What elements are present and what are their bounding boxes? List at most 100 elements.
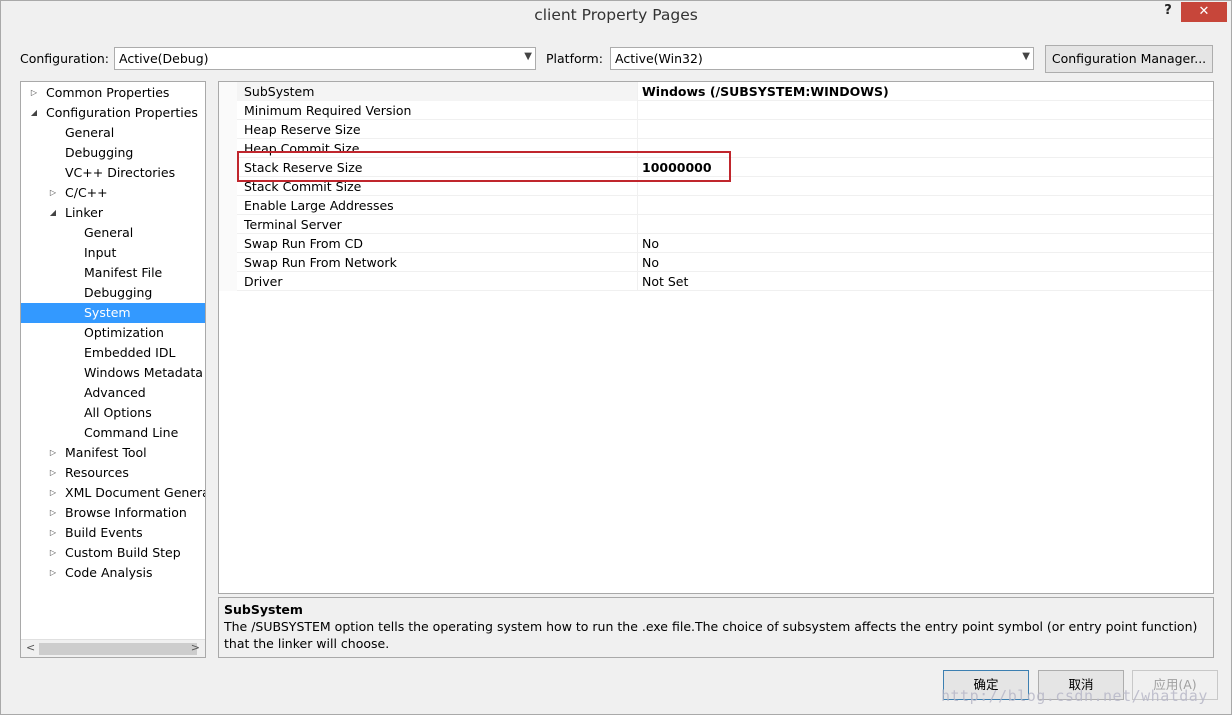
tree-item[interactable]: All Options [21, 403, 205, 423]
row-gutter [219, 253, 237, 272]
tree-item-label: Windows Metadata [84, 365, 203, 380]
collapsed-arrow-icon[interactable]: ▷ [48, 183, 58, 203]
row-gutter [219, 139, 237, 158]
property-row[interactable]: Heap Reserve Size [219, 120, 1213, 139]
tree-item[interactable]: ▷ Build Events [21, 523, 205, 543]
property-row[interactable]: Minimum Required Version [219, 101, 1213, 120]
title-bar: client Property Pages ? ✕ [1, 1, 1231, 35]
tree-item-label: Input [84, 245, 117, 260]
tree-item[interactable]: Manifest File [21, 263, 205, 283]
tree-item[interactable]: ▷ Manifest Tool [21, 443, 205, 463]
chevron-down-icon: ▼ [524, 51, 532, 62]
tree-item[interactable]: Command Line [21, 423, 205, 443]
row-gutter [219, 215, 237, 234]
tree-item[interactable]: ◢ Configuration Properties [21, 103, 205, 123]
tree-item[interactable]: Advanced [21, 383, 205, 403]
tree-item-label: Browse Information [65, 505, 187, 520]
property-row[interactable]: SubSystem Windows (/SUBSYSTEM:WINDOWS) [219, 82, 1213, 101]
tree-item[interactable]: Input [21, 243, 205, 263]
platform-label: Platform: [546, 51, 603, 66]
platform-dropdown[interactable]: Active(Win32) ▼ [610, 47, 1034, 70]
tree-item[interactable]: Debugging [21, 143, 205, 163]
tree-item[interactable]: ▷ XML Document Generat [21, 483, 205, 503]
tree-item-label: System [84, 305, 131, 320]
tree-item-label: Manifest File [84, 265, 163, 280]
row-gutter [219, 272, 237, 291]
expanded-arrow-icon[interactable]: ◢ [48, 203, 58, 223]
close-button[interactable]: ✕ [1181, 2, 1227, 22]
row-gutter [219, 177, 237, 196]
property-name: Heap Reserve Size [244, 122, 361, 137]
collapsed-arrow-icon[interactable]: ▷ [48, 563, 58, 583]
tree-item-label: Advanced [84, 385, 146, 400]
tree-item[interactable]: Embedded IDL [21, 343, 205, 363]
collapsed-arrow-icon[interactable]: ▷ [48, 463, 58, 483]
collapsed-arrow-icon[interactable]: ▷ [29, 83, 39, 103]
property-name: Terminal Server [244, 217, 342, 232]
help-button[interactable]: ? [1156, 3, 1180, 23]
property-value[interactable] [637, 215, 1213, 234]
property-row[interactable]: Swap Run From Network No [219, 253, 1213, 272]
tree-item[interactable]: VC++ Directories [21, 163, 205, 183]
watermark-text: http://blog.csdn.net/whatday [941, 687, 1208, 705]
description-text: The /SUBSYSTEM option tells the operatin… [224, 619, 1198, 651]
tree-item-label: General [84, 225, 134, 240]
tree-item[interactable]: System [21, 303, 205, 323]
property-name: Swap Run From CD [244, 236, 363, 251]
property-tree: ▷ Common Properties ◢ Configuration Propert… [20, 81, 206, 658]
tree-item-label: Build Events [65, 525, 143, 540]
tree-item[interactable]: ▷ Resources [21, 463, 205, 483]
property-value[interactable] [637, 196, 1213, 215]
property-value[interactable] [637, 101, 1213, 120]
property-name: Driver [244, 274, 283, 289]
description-title: SubSystem [224, 602, 303, 617]
tree-horizontal-scrollbar[interactable]: < > [21, 639, 205, 657]
collapsed-arrow-icon[interactable]: ▷ [48, 483, 58, 503]
property-name: Swap Run From Network [244, 255, 397, 270]
scroll-right-icon[interactable]: > [191, 641, 200, 654]
collapsed-arrow-icon[interactable]: ▷ [48, 523, 58, 543]
collapsed-arrow-icon[interactable]: ▷ [48, 503, 58, 523]
expanded-arrow-icon[interactable]: ◢ [29, 103, 39, 123]
tree-item[interactable]: General [21, 223, 205, 243]
tree-item-label: Manifest Tool [65, 445, 147, 460]
tree-item-label: Optimization [84, 325, 164, 340]
tree-item[interactable]: Optimization [21, 323, 205, 343]
tree-item-label: Common Properties [46, 85, 170, 100]
property-row[interactable]: Terminal Server [219, 215, 1213, 234]
tree-item[interactable]: Debugging [21, 283, 205, 303]
property-value[interactable]: Windows (/SUBSYSTEM:WINDOWS) [637, 82, 1213, 101]
tree-item[interactable]: ◢ Linker [21, 203, 205, 223]
tree-item[interactable]: ▷ Browse Information [21, 503, 205, 523]
tree-item-label: Debugging [84, 285, 153, 300]
collapsed-arrow-icon[interactable]: ▷ [48, 443, 58, 463]
scrollbar-thumb[interactable] [39, 643, 197, 655]
configuration-dropdown[interactable]: Active(Debug) ▼ [114, 47, 536, 70]
configuration-manager-button[interactable]: Configuration Manager... [1045, 45, 1213, 73]
tree-item-label: VC++ Directories [65, 165, 176, 180]
property-grid: SubSystem Windows (/SUBSYSTEM:WINDOWS) Min… [218, 81, 1214, 594]
property-pages-dialog: client Property Pages ? ✕ Configuration:… [0, 0, 1232, 715]
collapsed-arrow-icon[interactable]: ▷ [48, 543, 58, 563]
tree-item[interactable]: ▷ C/C++ [21, 183, 205, 203]
property-row[interactable]: Driver Not Set [219, 272, 1213, 291]
tree-item-label: Configuration Properties [46, 105, 198, 120]
row-gutter [219, 158, 237, 177]
property-row[interactable]: Enable Large Addresses [219, 196, 1213, 215]
tree-item[interactable]: ▷ Custom Build Step [21, 543, 205, 563]
tree-item-label: XML Document Generat [65, 485, 205, 500]
property-row[interactable]: Swap Run From CD No [219, 234, 1213, 253]
tree-item-label: All Options [84, 405, 152, 420]
property-value[interactable]: No [637, 253, 1213, 272]
tree-item[interactable]: General [21, 123, 205, 143]
property-value[interactable]: Not Set [637, 272, 1213, 291]
tree-item[interactable]: Windows Metadata [21, 363, 205, 383]
row-gutter [219, 196, 237, 215]
row-gutter [219, 82, 237, 101]
platform-value: Active(Win32) [615, 51, 703, 66]
property-value[interactable] [637, 120, 1213, 139]
property-value[interactable]: No [637, 234, 1213, 253]
tree-item[interactable]: ▷ Code Analysis [21, 563, 205, 583]
tree-item[interactable]: ▷ Common Properties [21, 83, 205, 103]
scroll-left-icon[interactable]: < [26, 641, 35, 654]
